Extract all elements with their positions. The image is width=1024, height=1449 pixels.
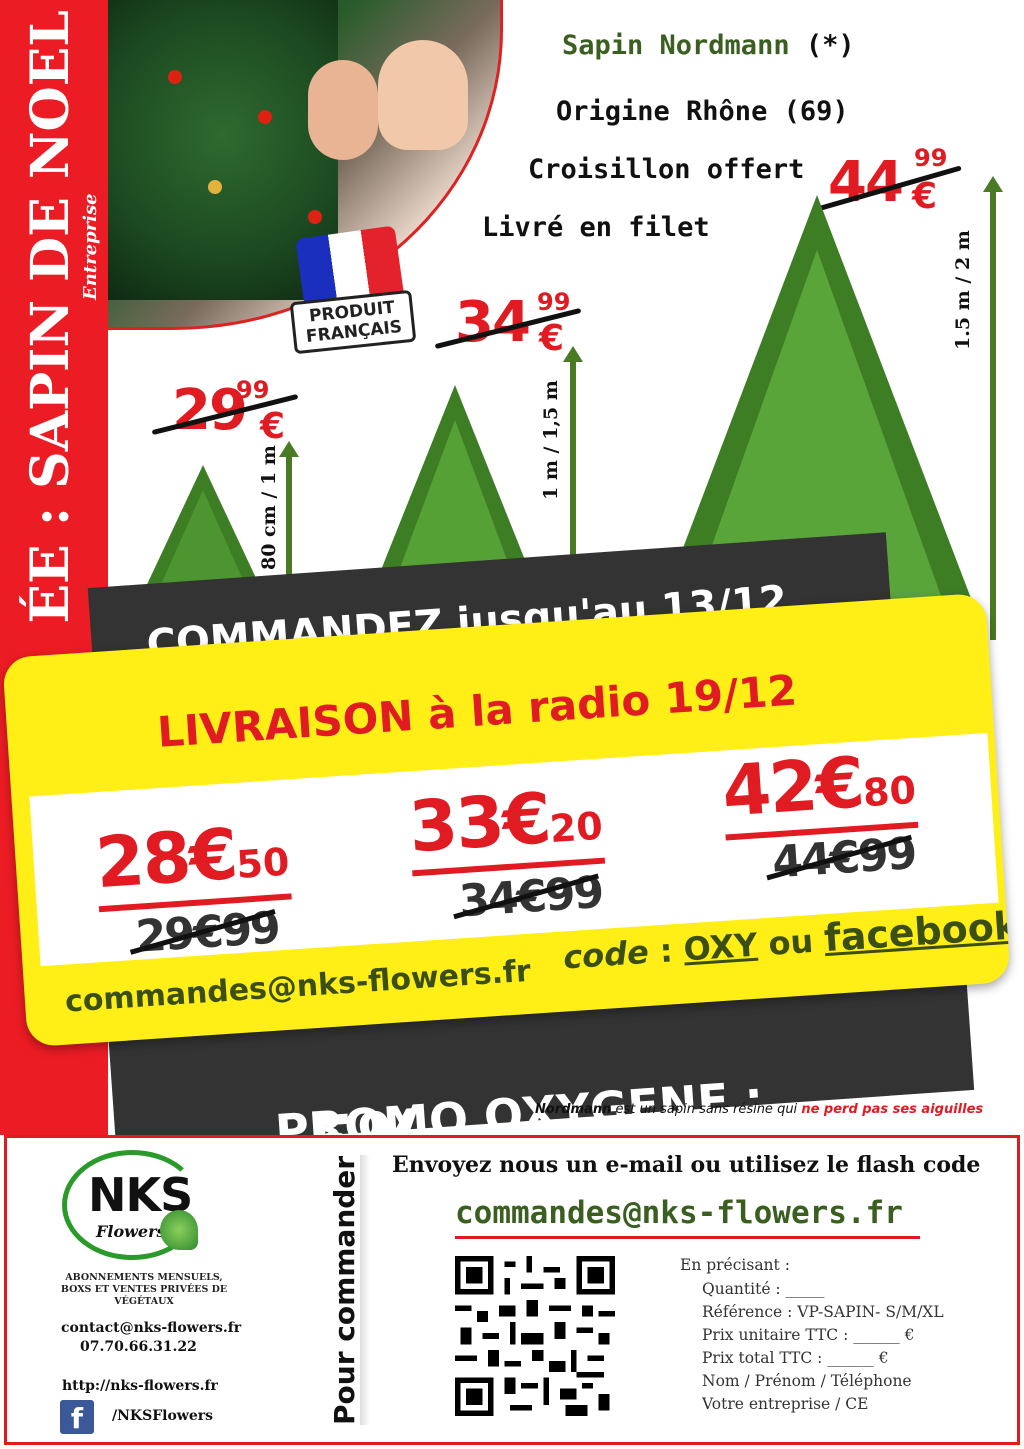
feature-sapin-name: Sapin Nordmann bbox=[562, 30, 790, 61]
badge-label: PRODUIT FRANÇAIS bbox=[289, 289, 417, 355]
note-highlight: ne perd pas ses aiguilles bbox=[801, 1102, 984, 1117]
old-price-small: 29 99 € bbox=[151, 376, 299, 447]
feature-sapin-mark: (*) bbox=[805, 30, 855, 61]
website-link[interactable]: http://nks-flowers.fr bbox=[62, 1378, 218, 1394]
new-price-small: 28€50 bbox=[93, 810, 292, 913]
new-price-medium: 33€20 bbox=[407, 774, 606, 877]
facebook-icon[interactable]: f bbox=[60, 1400, 94, 1435]
order-email[interactable]: commandes@nks-flowers.fr bbox=[455, 1195, 903, 1231]
note-prefix: Nordmann bbox=[535, 1102, 612, 1117]
feature-sapin: Sapin Nordmann (*) bbox=[562, 30, 855, 61]
nks-tagline: ABONNEMENTS MENSUELS, BOXS ET VENTES PRI… bbox=[60, 1272, 228, 1307]
side-subtitle: Entreprise bbox=[80, 193, 101, 300]
order-email-underline bbox=[455, 1236, 920, 1239]
old-price-currency: € bbox=[539, 318, 565, 359]
price-card: LIVRAISON à la radio 19/12 28€50 29€99 3… bbox=[2, 592, 1011, 1048]
code-sep: : bbox=[658, 931, 674, 971]
new-price-int: 28€ bbox=[93, 813, 239, 905]
ornament-icon bbox=[308, 210, 322, 224]
qr-code-icon[interactable] bbox=[455, 1256, 615, 1416]
height-label-small: 80 cm / 1 m bbox=[258, 445, 280, 570]
new-price-large: 42€80 bbox=[720, 738, 919, 841]
spec-line: Quantité : _____ bbox=[702, 1280, 825, 1298]
code-label: code bbox=[561, 932, 650, 977]
pour-commander-label: Pour commander bbox=[328, 1155, 368, 1425]
old-price-large-card: 44€99 bbox=[766, 828, 917, 888]
child-image bbox=[308, 60, 378, 160]
contact-email[interactable]: contact@nks-flowers.fr bbox=[61, 1320, 241, 1336]
old-price-medium-card: 34€99 bbox=[453, 867, 604, 927]
old-price-cents: 99 bbox=[236, 376, 270, 404]
height-label-large: 1.5 m / 2 m bbox=[952, 230, 974, 350]
spec-line: Votre entreprise / CE bbox=[702, 1395, 869, 1413]
spec-line: Prix total TTC : ______ € bbox=[702, 1349, 889, 1367]
card-email[interactable]: commandes@nks-flowers.fr bbox=[64, 954, 532, 1020]
side-title: ÉE : SAPIN DE NOEL bbox=[20, 10, 81, 624]
old-price-medium: 34 99 € bbox=[434, 288, 582, 359]
ornament-icon bbox=[208, 180, 222, 194]
spec-line: Prix unitaire TTC : ______ € bbox=[702, 1326, 915, 1344]
spec-line: Nom / Prénom / Téléphone bbox=[702, 1372, 912, 1390]
order-instruction: Envoyez nous un e-mail ou utilisez le fl… bbox=[392, 1152, 981, 1178]
delivery-text: LIVRAISON à la radio 19/12 bbox=[155, 665, 799, 757]
code-or: ou bbox=[767, 921, 815, 963]
new-price-cents: 50 bbox=[235, 839, 291, 887]
feature-origine: Origine Rhône (69) bbox=[556, 96, 849, 127]
spec-title: En précisant : bbox=[680, 1256, 790, 1274]
height-arrow-large bbox=[983, 176, 1003, 640]
height-label-medium: 1 m / 1,5 m bbox=[540, 380, 562, 500]
old-price-cents: 99 bbox=[914, 144, 948, 172]
code-value: OXY bbox=[682, 925, 759, 969]
new-price-int: 42€ bbox=[719, 741, 866, 833]
resin-note: Nordmann est un sapin sans résine qui ne… bbox=[535, 1102, 983, 1117]
artichoke-flower-icon bbox=[160, 1210, 198, 1250]
new-price-cents: 80 bbox=[861, 767, 918, 816]
contact-phone[interactable]: 07.70.66.31.22 bbox=[80, 1339, 197, 1355]
note-text: est un sapin sans résine qui bbox=[615, 1102, 798, 1117]
new-price-cents: 20 bbox=[548, 803, 605, 852]
child-image bbox=[378, 40, 468, 150]
old-price-small-card: 29€99 bbox=[129, 902, 280, 963]
facebook-link[interactable]: /NKSFlowers bbox=[112, 1408, 213, 1424]
feature-croisillon: Croisillon offert bbox=[528, 154, 805, 185]
ornament-icon bbox=[168, 70, 182, 84]
nks-logo-subtext: Flowers bbox=[96, 1222, 166, 1241]
spec-line: Référence : VP-SAPIN- S/M/XL bbox=[702, 1303, 944, 1321]
new-price-int: 33€ bbox=[406, 777, 552, 869]
produit-francais-badge: PRODUIT FRANÇAIS bbox=[289, 225, 417, 355]
ornament-icon bbox=[258, 110, 272, 124]
